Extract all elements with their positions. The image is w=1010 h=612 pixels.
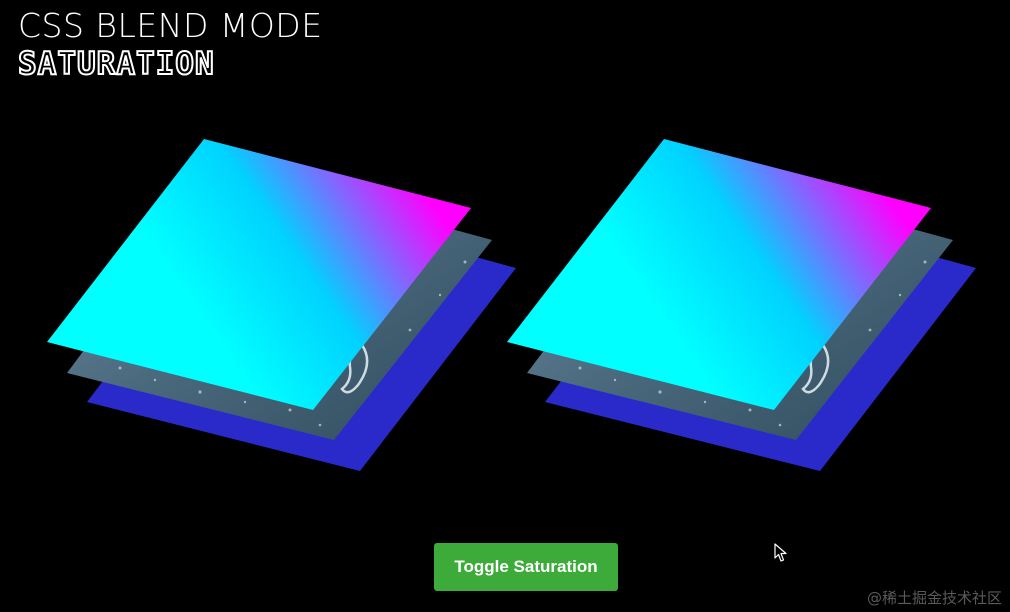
right-layer-stack xyxy=(507,139,976,471)
toggle-saturation-button[interactable]: Toggle Saturation xyxy=(434,543,618,591)
mouse-pointer-icon xyxy=(774,543,787,562)
layer-stacks xyxy=(47,139,976,471)
watermark: @稀土掘金技术社区 xyxy=(866,589,1002,607)
left-layer-stack xyxy=(47,139,516,471)
